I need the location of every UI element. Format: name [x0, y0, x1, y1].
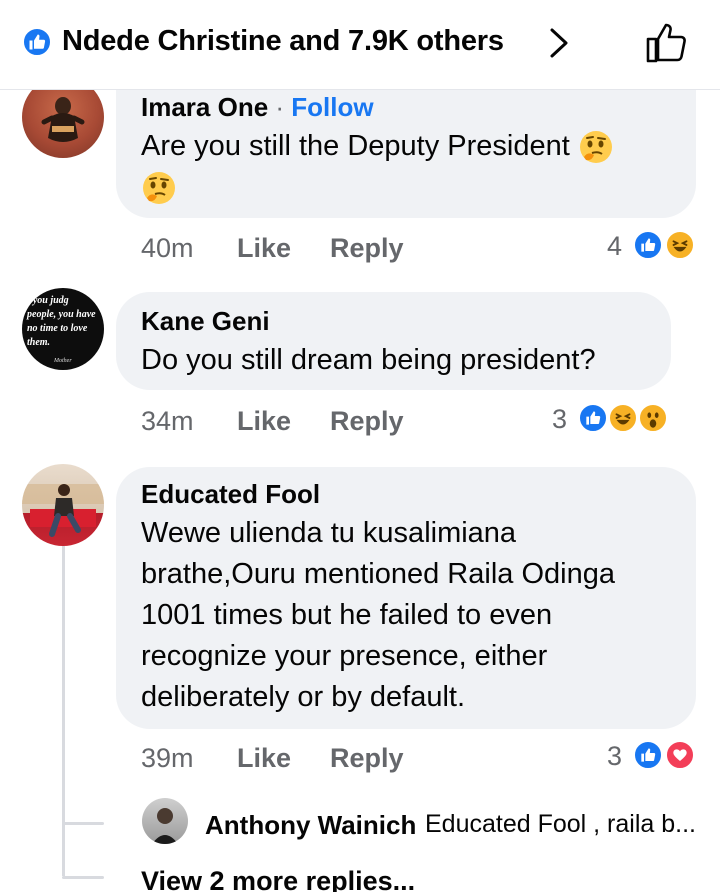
like-reaction-icon — [22, 27, 52, 57]
reply-author[interactable]: Anthony Wainich — [205, 810, 416, 841]
comment-time: 39m — [141, 743, 194, 773]
comment-text-line: deliberately or by default. — [141, 681, 466, 713]
reaction-count[interactable]: 3 — [552, 404, 567, 435]
comment-time: 34m — [141, 406, 194, 436]
thread-connector-branch — [62, 822, 104, 825]
author-name[interactable]: Imara One — [141, 92, 268, 122]
reactions-summary-label[interactable]: Ndede Christine and 7.9K others — [62, 25, 504, 58]
thumbs-up-icon[interactable] — [644, 20, 690, 66]
reactions-header[interactable]: Ndede Christine and 7.9K others — [0, 0, 720, 90]
comment-text: Are you still the Deputy President — [141, 126, 681, 208]
wow-reaction-icon[interactable] — [638, 403, 668, 433]
comment-author[interactable]: Educated Fool — [141, 479, 320, 510]
comment-author[interactable]: Kane Geni — [141, 306, 270, 337]
reply-button[interactable]: Reply — [330, 233, 404, 264]
thinking-face-emoji-icon — [579, 131, 612, 164]
reply-button[interactable]: Reply — [330, 406, 404, 437]
thread-connector-line — [62, 546, 65, 876]
like-reaction-icon[interactable] — [633, 740, 663, 770]
view-more-replies-link[interactable]: View 2 more replies... — [141, 866, 415, 892]
chevron-right-icon[interactable] — [546, 26, 572, 60]
like-button[interactable]: Like — [237, 233, 291, 264]
love-reaction-icon[interactable] — [665, 740, 695, 770]
separator-dot: · — [268, 92, 292, 122]
reaction-count[interactable]: 4 — [607, 231, 622, 262]
comment-time: 40m — [141, 233, 194, 263]
avatar[interactable] — [22, 464, 104, 546]
avatar[interactable]: f you judg people, you have no time to l… — [22, 288, 104, 370]
comment-text-content: Are you still the Deputy President — [141, 130, 570, 162]
haha-reaction-icon[interactable] — [608, 403, 638, 433]
avatar-quote-text: f you judg people, you have no time to l… — [27, 295, 96, 348]
thinking-face-emoji-icon — [143, 172, 175, 205]
reply-button[interactable]: Reply — [330, 743, 404, 774]
reply-avatar[interactable] — [142, 798, 188, 844]
comment-text-line: recognize your presence, either — [141, 640, 548, 672]
haha-reaction-icon[interactable] — [665, 230, 695, 260]
like-reaction-icon[interactable] — [633, 230, 663, 260]
comment-text: Wewe ulienda tu kusalimiana brathe,Ouru … — [141, 513, 686, 718]
like-button[interactable]: Like — [237, 406, 291, 437]
comment-author[interactable]: Imara One · Follow — [141, 92, 374, 123]
like-reaction-icon[interactable] — [578, 403, 608, 433]
follow-button[interactable]: Follow — [291, 92, 373, 122]
reply-text[interactable]: Educated Fool , raila b... — [425, 810, 696, 839]
avatar-quote-attribution: Mother — [54, 358, 72, 364]
comment-text-line: 1001 times but he failed to even — [141, 599, 553, 631]
comment-text-line: brathe,Ouru mentioned Raila Odinga — [141, 558, 615, 590]
avatar-photo — [22, 484, 104, 537]
comment-text-line: Wewe ulienda tu kusalimiana — [141, 517, 517, 549]
reaction-count[interactable]: 3 — [607, 741, 622, 772]
comment-text: Do you still dream being president? — [141, 344, 596, 376]
like-button[interactable]: Like — [237, 743, 291, 774]
avatar-photo — [152, 808, 178, 844]
thread-connector-branch — [62, 876, 104, 879]
